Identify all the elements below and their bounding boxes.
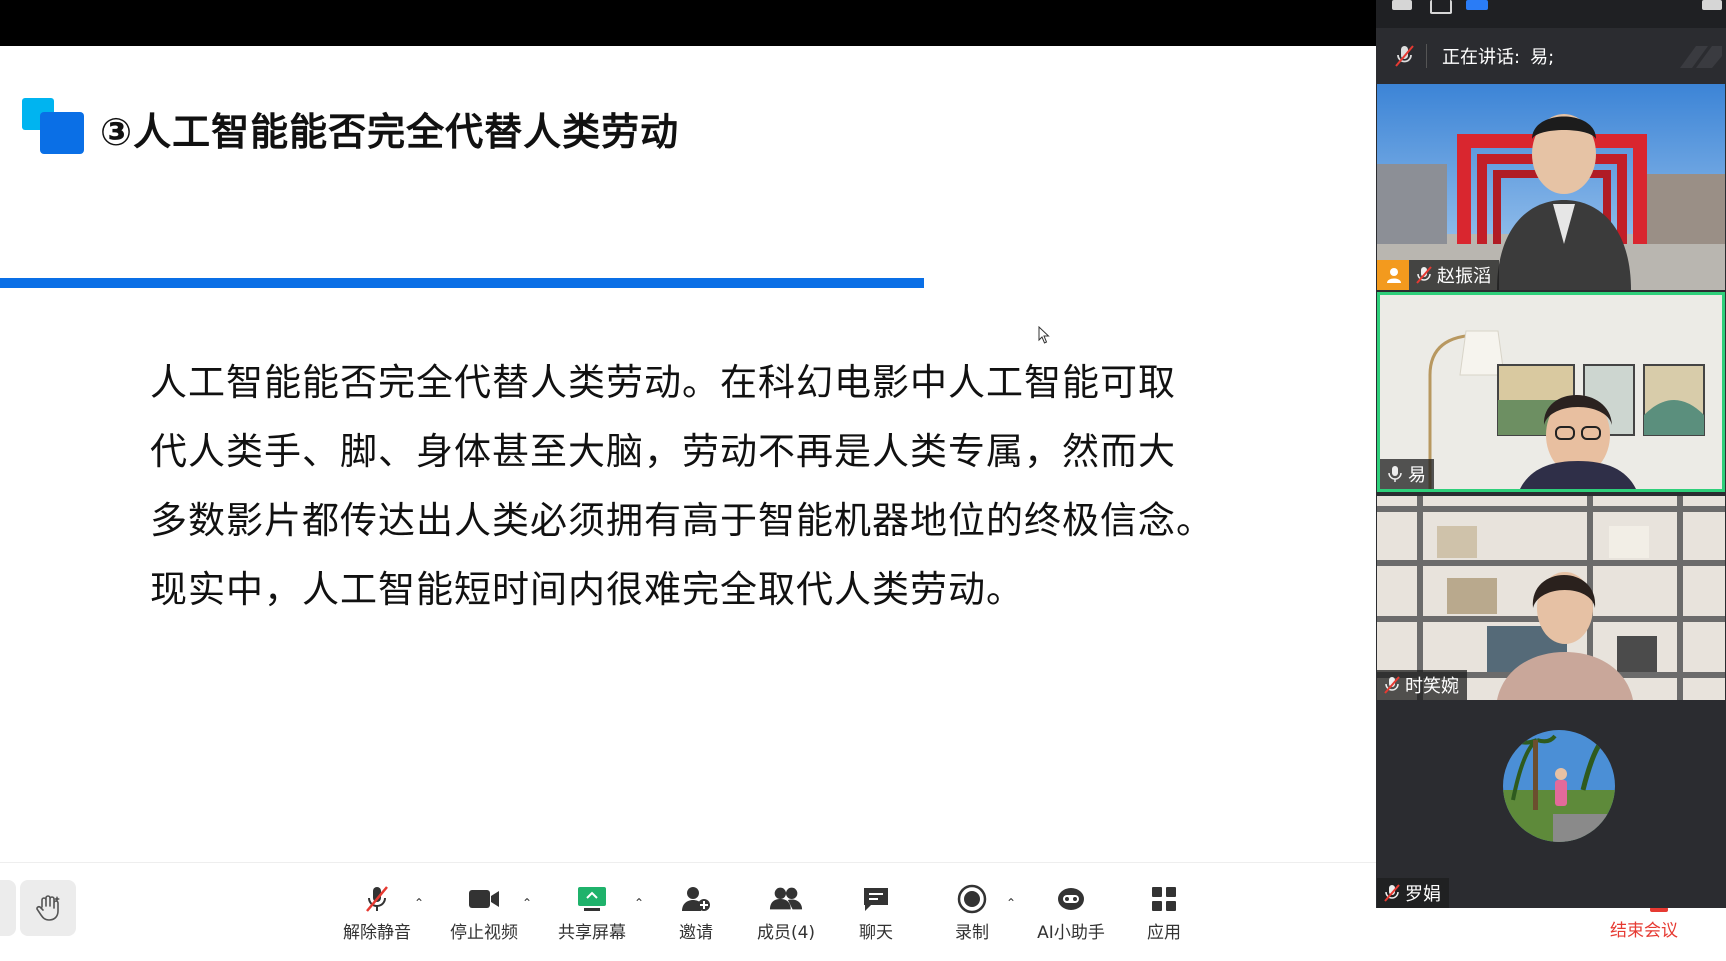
mic-muted-icon [1416,266,1432,284]
ai-assistant-button[interactable]: AI小助手 [1026,884,1116,944]
slide-body: 人工智能能否完全代替人类劳动。在科幻电影中人工智能可取 代人类手、脚、身体甚至大… [150,348,1230,624]
record-label: 录制 [955,923,989,943]
mouse-cursor-icon [1038,326,1050,344]
slide-body-line: 代人类手、脚、身体甚至大脑，劳动不再是人类专属，然而大 [150,430,1176,473]
stop-video-button[interactable]: 停止视频 [439,884,529,944]
video-tile-participant-1[interactable]: 赵振滔 [1377,84,1725,290]
signal-icon [1680,46,1722,68]
invite-user-icon [679,884,713,914]
slide-title: ③人工智能能否完全代替人类劳动 [100,109,680,154]
raise-hand-icon [36,895,60,921]
invite-label: 邀请 [679,923,713,943]
participant-name: 赵振滔 [1437,266,1491,287]
mic-muted-icon [360,884,394,914]
participant-name: 时笑婉 [1405,676,1459,697]
video-tile-participant-2[interactable]: 易 [1377,292,1725,492]
participant-name-tag: 时笑婉 [1377,670,1467,700]
video-options-caret[interactable]: ⌃ [522,896,532,910]
speaking-label: 正在讲话: [1442,47,1521,68]
share-screen-icon [575,884,609,914]
video-tile-participant-3[interactable]: 时笑婉 [1377,496,1725,700]
record-icon [955,884,989,914]
host-person-icon [1377,260,1409,290]
participant-name-tag: 赵振滔 [1377,260,1499,290]
window-icon[interactable] [1430,0,1452,14]
video-camera-icon [467,884,501,914]
slide-title-group: ③人工智能能否完全代替人类劳动 [22,98,679,158]
participant-name-tag: 罗娟 [1377,878,1449,908]
ai-assistant-icon [1054,884,1088,914]
members-icon [769,884,803,914]
record-button[interactable]: 录制 [927,884,1017,944]
chat-icon [859,884,893,914]
mic-muted-icon [1384,676,1400,694]
top-black-bar [0,0,1376,46]
mic-muted-icon[interactable] [1392,44,1416,68]
menu-icon[interactable] [1702,0,1722,10]
unmute-button[interactable]: 解除静音 [332,884,422,944]
ai-assistant-label: AI小助手 [1037,923,1105,943]
record-options-caret[interactable]: ⌃ [1006,896,1016,910]
members-button[interactable]: 成员(4) [741,884,831,944]
mic-icon [1388,466,1402,482]
slide-body-line: 人工智能能否完全代替人类劳动。在科幻电影中人工智能可取 [150,361,1176,404]
audio-options-caret[interactable]: ⌃ [414,896,424,910]
slide-body-line: 多数影片都传达出人类必须拥有高于智能机器地位的终极信念。 [150,499,1214,542]
invite-button[interactable]: 邀请 [651,884,741,944]
layout-icon[interactable] [1466,0,1488,10]
stop-video-label: 停止视频 [450,923,518,943]
shared-slide: ③人工智能能否完全代替人类劳动 人工智能能否完全代替人类劳动。在科幻电影中人工智… [0,0,1376,960]
video-tile-participant-4[interactable]: 罗娟 [1377,702,1725,908]
left-edge-button[interactable] [0,880,16,936]
participant-avatar [1503,730,1615,842]
unmute-label: 解除静音 [343,923,411,943]
end-meeting-button[interactable]: 结束会议 [1610,916,1678,941]
mic-muted-icon [1384,884,1400,902]
apps-button[interactable]: 应用 [1119,884,1209,944]
apps-label: 应用 [1147,923,1181,943]
participant-name: 易 [1408,465,1426,486]
chat-label: 聊天 [859,923,893,943]
share-screen-label: 共享屏幕 [558,923,626,943]
speaking-indicator: 正在讲话: 易; [1376,30,1726,82]
speaking-name: 易; [1530,47,1555,68]
share-options-caret[interactable]: ⌃ [634,896,644,910]
video-panel: 正在讲话: 易; 赵振滔 易 时笑婉 罗娟 [1376,0,1726,908]
participant-name: 罗娟 [1405,884,1441,905]
title-underline [0,278,924,288]
members-label: 成员(4) [756,923,816,943]
raise-hand-button[interactable] [20,880,76,936]
participant-name-tag: 易 [1380,459,1434,489]
share-screen-button[interactable]: 共享屏幕 [547,884,637,944]
apps-icon [1147,884,1181,914]
slide-body-line: 现实中，人工智能短时间内很难完全取代人类劳动。 [150,568,1024,611]
slide-logo-icon [22,98,86,158]
minimize-icon[interactable] [1392,0,1412,10]
chat-button[interactable]: 聊天 [831,884,921,944]
panel-top-controls [1376,0,1726,28]
